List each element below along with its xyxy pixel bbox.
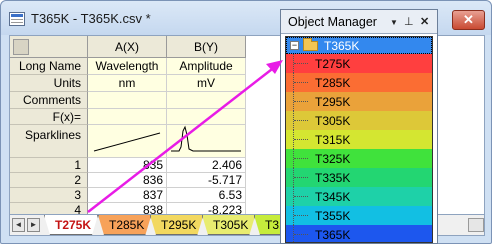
sparkline-b-chart	[171, 125, 241, 152]
cell-a-units[interactable]: nm	[88, 75, 167, 92]
cell-b-4[interactable]: -8.223	[167, 203, 246, 214]
tree-item-label: T335K	[315, 171, 351, 185]
tree-item-t345k[interactable]: T345K	[286, 187, 432, 206]
tree-item-label: T325K	[315, 152, 351, 166]
cell-a-1[interactable]: 835	[88, 158, 167, 173]
tree-line-icon	[293, 206, 309, 225]
tree-item-t305k[interactable]: T305K	[286, 111, 432, 130]
row-header-units[interactable]: Units	[10, 75, 88, 92]
tree-item-label: T345K	[315, 190, 351, 204]
cell-a-2[interactable]: 836	[88, 173, 167, 188]
tree-line-icon	[293, 111, 309, 130]
pin-icon[interactable]: ⊥	[404, 15, 414, 28]
sparkline-a-chart	[93, 132, 161, 152]
tree-item-t325k[interactable]: T325K	[286, 149, 432, 168]
row-header-long-name[interactable]: Long Name	[10, 58, 88, 75]
tree-item-label: T355K	[315, 209, 351, 223]
row-header-1[interactable]: 1	[10, 158, 88, 173]
cell-b-1[interactable]: 2.406	[167, 158, 246, 173]
collapse-icon[interactable]: −	[290, 41, 299, 50]
row-header-sparklines[interactable]: Sparklines	[10, 125, 88, 158]
tree-line-icon	[293, 54, 309, 73]
cell-b-units[interactable]: mV	[167, 75, 246, 92]
select-all-corner[interactable]	[10, 36, 88, 58]
sparkline-b-line	[171, 125, 241, 152]
row-header-fx[interactable]: F(x)=	[10, 109, 88, 125]
tree-line-icon	[293, 225, 309, 242]
tree-line-icon	[293, 73, 309, 92]
close-icon[interactable]: ✕	[420, 15, 429, 28]
object-tree: − T365K T275K T285K T295K T305K T315K T3…	[285, 36, 433, 243]
tree-root-label: T365K	[324, 39, 360, 53]
row-header-3[interactable]: 3	[10, 188, 88, 203]
cell-b-fx[interactable]	[167, 109, 246, 125]
tree-item-label: T365K	[315, 228, 351, 242]
column-header-b[interactable]: B(Y)	[167, 36, 246, 58]
cell-a-comments[interactable]	[88, 92, 167, 109]
folder-icon	[303, 38, 318, 51]
tree-item-label: T315K	[315, 133, 351, 147]
tree-line-icon	[293, 168, 309, 187]
horizontal-scroll-button[interactable]	[468, 218, 484, 232]
tree-item-t315k[interactable]: T315K	[286, 130, 432, 149]
row-header-comments[interactable]: Comments	[10, 92, 88, 109]
tree-line-icon	[293, 149, 309, 168]
object-manager-titlebar[interactable]: Object Manager ▼ ⊥ ✕	[281, 10, 437, 34]
row-header-2[interactable]: 2	[10, 173, 88, 188]
object-manager-panel: Object Manager ▼ ⊥ ✕ − T365K T275K T285K…	[280, 9, 438, 244]
cell-b-long-name[interactable]: Amplitude	[167, 58, 246, 75]
row-header-4[interactable]: 4	[10, 203, 88, 214]
tree-item-t365k[interactable]: T365K	[286, 225, 432, 242]
tab-scroll-right-button[interactable]: ►	[27, 218, 40, 232]
cell-b-2[interactable]: -5.717	[167, 173, 246, 188]
sparkline-a[interactable]	[88, 125, 167, 158]
dropdown-icon[interactable]: ▼	[390, 18, 398, 27]
tree-item-t285k[interactable]: T285K	[286, 73, 432, 92]
cell-a-long-name[interactable]: Wavelength	[88, 58, 167, 75]
tree-item-t355k[interactable]: T355K	[286, 206, 432, 225]
window-title: T365K - T365K.csv *	[31, 11, 151, 26]
tab-scroll-left-button[interactable]: ◄	[12, 218, 25, 232]
sparkline-a-line	[93, 132, 161, 152]
tree-item-label: T275K	[315, 57, 351, 71]
tree-item-t295k[interactable]: T295K	[286, 92, 432, 111]
object-manager-title: Object Manager	[288, 15, 377, 29]
tree-item-label: T285K	[315, 76, 351, 90]
sparkline-b[interactable]	[167, 125, 246, 158]
tree-item-t335k[interactable]: T335K	[286, 168, 432, 187]
tree-root-folder[interactable]: − T365K	[286, 37, 432, 54]
tab-t285k[interactable]: T285K	[98, 215, 151, 235]
tab-t305k[interactable]: T305K	[202, 215, 255, 235]
tree-item-t275k[interactable]: T275K	[286, 54, 432, 73]
cell-a-3[interactable]: 837	[88, 188, 167, 203]
tree-line-icon	[293, 187, 309, 206]
worksheet-icon	[9, 12, 25, 26]
tree-item-label: T305K	[315, 114, 351, 128]
tab-t295k[interactable]: T295K	[150, 215, 203, 235]
tab-t275k[interactable]: T275K	[44, 215, 98, 235]
cell-b-3[interactable]: 6.53	[167, 188, 246, 203]
window-close-button[interactable]: ✕	[452, 10, 485, 30]
tree-item-label: T295K	[315, 95, 351, 109]
tree-line-icon	[293, 92, 309, 111]
cell-b-comments[interactable]	[167, 92, 246, 109]
column-header-a[interactable]: A(X)	[88, 36, 167, 58]
cell-a-fx[interactable]	[88, 109, 167, 125]
tree-line-icon	[293, 130, 309, 149]
cell-a-4[interactable]: 838	[88, 203, 167, 214]
